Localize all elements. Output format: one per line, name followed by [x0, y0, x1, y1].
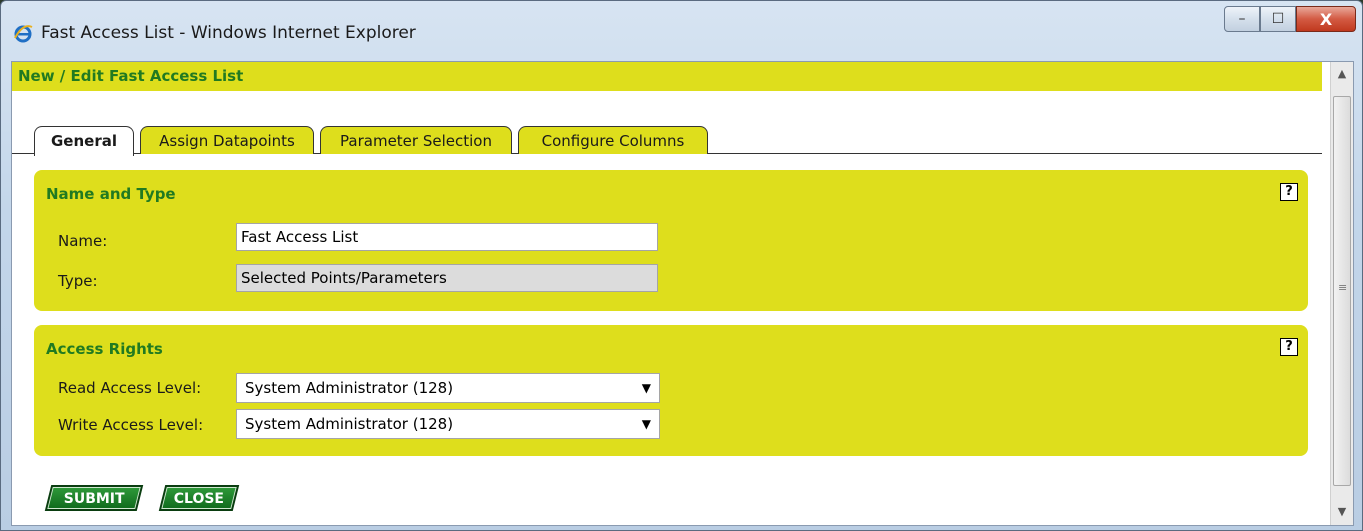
scroll-thumb[interactable]: ≡: [1333, 96, 1351, 486]
tab-configure-columns[interactable]: Configure Columns: [518, 126, 708, 154]
write-access-label: Write Access Level:: [58, 416, 204, 434]
page-title: New / Edit Fast Access List: [12, 62, 1322, 91]
page-content: New / Edit Fast Access List ▲ ≡ ▼ Genera…: [11, 61, 1354, 526]
name-and-type-heading: Name and Type: [46, 185, 176, 203]
minimize-button[interactable]: –: [1224, 6, 1260, 32]
close-label: CLOSE: [173, 491, 224, 507]
read-access-select[interactable]: System Administrator (128) ▼: [236, 373, 660, 403]
maximize-button[interactable]: ☐: [1260, 6, 1296, 32]
grip-icon: ≡: [1338, 281, 1348, 294]
chevron-down-icon: ▼: [641, 417, 651, 431]
type-label: Type:: [58, 272, 98, 290]
access-rights-heading: Access Rights: [46, 340, 163, 358]
close-button[interactable]: CLOSE: [158, 485, 240, 511]
window-title: Fast Access List - Windows Internet Expl…: [41, 23, 416, 43]
submit-button[interactable]: SUBMIT: [44, 485, 144, 511]
chevron-down-icon: ▼: [641, 381, 651, 395]
tab-general[interactable]: General: [34, 126, 134, 156]
vertical-scrollbar[interactable]: ▲ ≡ ▼: [1330, 62, 1353, 525]
name-input[interactable]: [236, 223, 658, 251]
submit-label: SUBMIT: [63, 491, 125, 507]
internet-explorer-icon: [14, 25, 33, 43]
name-and-type-panel: Name and Type ? Name: Type:: [34, 170, 1308, 311]
tab-assign-datapoints[interactable]: Assign Datapoints: [140, 126, 314, 154]
scroll-down-icon[interactable]: ▼: [1331, 502, 1353, 522]
read-access-value: System Administrator (128): [245, 379, 454, 397]
write-access-value: System Administrator (128): [245, 415, 454, 433]
write-access-select[interactable]: System Administrator (128) ▼: [236, 409, 660, 439]
tab-parameter-selection[interactable]: Parameter Selection: [320, 126, 512, 154]
scroll-up-icon[interactable]: ▲: [1331, 64, 1353, 84]
type-field: [236, 264, 658, 292]
browser-window: Fast Access List - Windows Internet Expl…: [0, 0, 1363, 531]
access-rights-panel: Access Rights ? Read Access Level: Syste…: [34, 325, 1308, 456]
help-icon[interactable]: ?: [1280, 183, 1298, 201]
title-bar: Fast Access List - Windows Internet Expl…: [1, 1, 1362, 61]
close-window-button[interactable]: X: [1296, 6, 1356, 32]
name-label: Name:: [58, 232, 108, 250]
read-access-label: Read Access Level:: [58, 379, 202, 397]
help-icon[interactable]: ?: [1280, 338, 1298, 356]
